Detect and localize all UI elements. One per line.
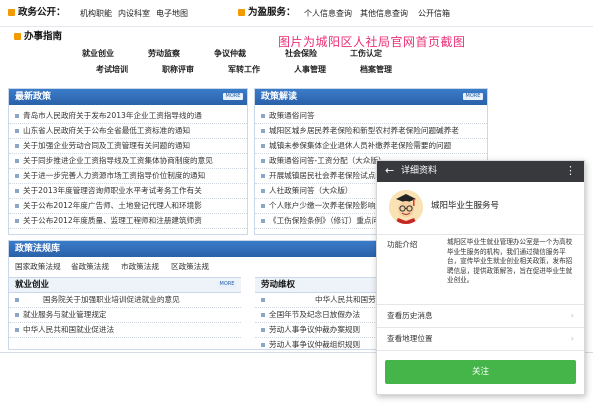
more-menu-icon[interactable]: ⋮ xyxy=(565,164,576,178)
orange-bullet-icon xyxy=(14,33,21,40)
tab-national-laws[interactable]: 国家政策法规 xyxy=(15,261,61,272)
list-item[interactable]: 关于公布2012年度广告师、土地登记代理人和环境影 xyxy=(9,199,247,214)
list-item[interactable]: 城镇未参保集体企业退休人员补缴养老保险需要的问题 xyxy=(255,139,487,154)
list-item[interactable]: 就业服务与就业管理规定 xyxy=(9,308,241,323)
intro-label: 功能介绍 xyxy=(387,240,418,249)
list-item[interactable]: 城阳区城乡居民养老保险和新型农村养老保险问题碱养老 xyxy=(255,124,487,139)
divider xyxy=(377,350,584,351)
link-institution-functions[interactable]: 机构职能 xyxy=(80,8,112,20)
link-internal-departments[interactable]: 内设科室 xyxy=(118,8,150,20)
labor-rights-title: 劳动维权 xyxy=(261,280,296,290)
phone-header-bar: ← 详细资料 ⋮ xyxy=(377,161,584,182)
list-item[interactable]: 中华人民共和国就业促进法 xyxy=(9,323,241,338)
tab-provincial-laws[interactable]: 省政策法规 xyxy=(71,261,109,272)
list-item[interactable]: 关于进一步完善人力资源市场工资指导价位制度的通知 xyxy=(9,169,247,184)
latest-policy-panel: 最新政策 MORE 青岛市人民政府关于发布2013年企业工资指导线的通 山东省人… xyxy=(8,88,248,235)
wechat-detail-overlay: ← 详细资料 ⋮ 城阳毕业生服务号 功能介绍 城阳区毕业生就业管理办公室是一个为… xyxy=(376,160,585,395)
divider xyxy=(377,304,584,305)
latest-policy-title: 最新政策 xyxy=(15,92,52,102)
more-button[interactable]: MORE xyxy=(223,93,243,100)
account-profile: 城阳毕业生服务号 xyxy=(377,182,584,235)
back-arrow-icon[interactable]: ← xyxy=(385,164,394,178)
screenshot-caption: 图片为城阳区人社局官网首页截图 xyxy=(278,35,466,49)
list-item[interactable]: 国务院关于加强职业培训促进就业的意见 xyxy=(9,293,241,308)
follow-button-label: 关注 xyxy=(471,367,489,377)
guide-personnel-management[interactable]: 人事管理 xyxy=(294,64,326,75)
tab-city-laws[interactable]: 市政策法规 xyxy=(121,261,159,272)
service-title: 为盈服务： xyxy=(248,7,296,18)
guide-archive-management[interactable]: 档案管理 xyxy=(360,64,392,75)
guide-dispute-arbitration[interactable]: 争议仲裁 xyxy=(214,48,246,59)
guide-exam-training[interactable]: 考试培训 xyxy=(96,64,128,75)
avatar xyxy=(389,190,423,224)
history-messages-link[interactable]: 查看历史消息 xyxy=(387,310,433,321)
list-item[interactable]: 山东省人民政府关于公布全省最低工资标准的通知 xyxy=(9,124,247,139)
employment-subheader: 就业创业 MORE xyxy=(9,277,241,293)
orange-bullet-icon xyxy=(238,9,245,16)
follow-button[interactable]: 关注 xyxy=(385,360,576,384)
list-item[interactable]: 关于公布2012年度质量、监理工程师和注册建筑师资 xyxy=(9,214,247,229)
list-item[interactable]: 关于2013年度管理咨询师职业水平考试考务工作有关 xyxy=(9,184,247,199)
latest-policy-header: 最新政策 MORE xyxy=(9,89,247,105)
location-link[interactable]: 查看地理位置 xyxy=(387,333,433,344)
link-electronic-map[interactable]: 电子地图 xyxy=(156,8,188,20)
list-item[interactable]: 关于加强企业劳动合同及工资管理有关问题的通知 xyxy=(9,139,247,154)
divider xyxy=(377,327,584,328)
more-button[interactable]: MORE xyxy=(217,281,237,288)
list-item[interactable]: 青岛市人民政府关于发布2013年企业工资指导线的通 xyxy=(9,109,247,124)
chevron-right-icon: › xyxy=(570,311,574,320)
list-item[interactable]: 政策通俗问答 xyxy=(255,109,487,124)
guide-labor-supervision[interactable]: 劳动监察 xyxy=(148,48,180,59)
guide-military-transfer[interactable]: 军转工作 xyxy=(228,64,260,75)
more-button[interactable]: MORE xyxy=(463,93,483,100)
link-other-info-query[interactable]: 其他信息查询 xyxy=(360,8,408,20)
guide-title-review[interactable]: 职称评审 xyxy=(162,64,194,75)
top-bar: 政务公开： 机构职能 内设科室 电子地图 为盈服务： 个人信息查询 其他信息查询… xyxy=(0,0,593,27)
guide-employment[interactable]: 就业创业 xyxy=(82,48,114,59)
link-public-mailbox[interactable]: 公开信箱 xyxy=(418,8,450,20)
intro-text: 城阳区毕业生就业管理办公室是一个为高校毕业生服务的机构，我们通过微信服务平台，宣… xyxy=(447,238,573,285)
phone-header-title: 详细资料 xyxy=(401,166,438,176)
chevron-right-icon: › xyxy=(570,334,574,343)
law-library-title: 政策法规库 xyxy=(15,244,61,254)
account-name: 城阳毕业生服务号 xyxy=(431,201,500,211)
employment-title: 就业创业 xyxy=(15,280,50,290)
gov-affairs-title: 政务公开： xyxy=(18,7,66,18)
list-item[interactable]: 关于同步推进企业工资指导线及工资集体协商制度的意见 xyxy=(9,154,247,169)
service-guide-title: 办事指南 xyxy=(24,31,63,42)
orange-bullet-icon xyxy=(8,9,15,16)
interpretation-title: 政策解读 xyxy=(261,92,298,102)
link-personal-info-query[interactable]: 个人信息查询 xyxy=(304,8,352,20)
tab-district-laws[interactable]: 区政策法规 xyxy=(171,261,209,272)
interpretation-header: 政策解读 MORE xyxy=(255,89,487,105)
